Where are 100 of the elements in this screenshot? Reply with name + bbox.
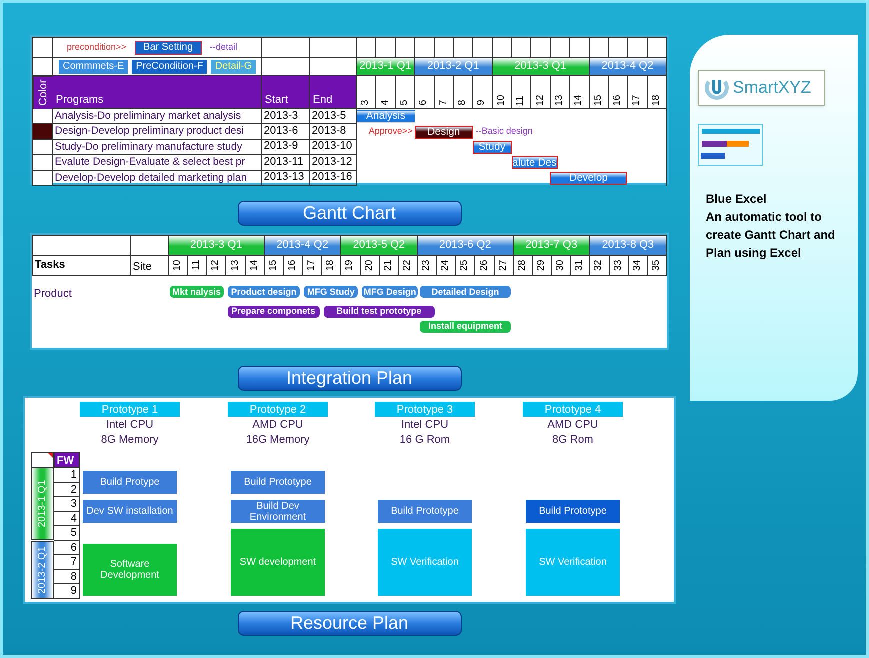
week-number: 18 <box>326 260 336 272</box>
quarter-header: 2013-1 Q1 <box>357 58 416 76</box>
week-number: 20 <box>364 260 375 272</box>
bar-note: --Basic design <box>474 125 534 138</box>
week-number: 9 <box>477 100 488 106</box>
task-block[interactable]: SW Verification <box>378 529 472 596</box>
task-bar[interactable]: Prepare componets <box>228 306 320 318</box>
cpu-label: Intel CPU <box>400 418 450 432</box>
week-number: 19 <box>345 260 356 272</box>
memory-label: 8G Memory <box>100 433 160 447</box>
week-number: 16 <box>288 260 298 272</box>
task-bar[interactable]: MFG Design <box>362 286 418 298</box>
task-block[interactable]: Software Development <box>83 544 177 596</box>
column-header: End <box>310 76 357 109</box>
week-number: 31 <box>575 260 586 272</box>
fw-number: 8 <box>54 570 80 584</box>
week-number: 12 <box>536 94 546 106</box>
task-bar[interactable]: Product design <box>228 286 300 298</box>
gantt-bar[interactable]: Analysis <box>357 110 415 124</box>
week-number: 15 <box>268 260 279 272</box>
fw-number: 1 <box>54 468 80 482</box>
group-label: Product <box>33 287 73 302</box>
week-number: 10 <box>173 260 184 272</box>
memory-label: 16G Memory <box>245 433 311 447</box>
quarter-header: 2013-2 Q1 <box>415 58 493 76</box>
task-block[interactable]: SW development <box>231 529 325 596</box>
quarter-header: 2013-4 Q2 <box>264 236 342 256</box>
week-number: 11 <box>192 260 202 271</box>
bar-setting-button[interactable]: Bar Setting <box>134 40 202 54</box>
start-date: 2013-6 <box>264 126 298 138</box>
precondition-label: precondition>> <box>67 40 127 54</box>
memory-label: 16 G Rom <box>398 433 452 447</box>
task-block[interactable]: Dev SW installation <box>83 500 177 523</box>
end-date: 2013-8 <box>312 126 346 138</box>
fw-number: 7 <box>54 555 80 570</box>
week-number: 21 <box>384 260 394 272</box>
week-number: 26 <box>480 260 490 272</box>
start-date: 2013-9 <box>264 141 298 152</box>
week-number: 4 <box>380 100 391 106</box>
task-block[interactable]: Build Protype <box>83 471 177 494</box>
week-number: 5 <box>400 100 410 106</box>
week-number: 3 <box>361 100 372 106</box>
task-bar[interactable]: Install equipment <box>420 320 512 332</box>
end-date: 2013-10 <box>312 141 352 152</box>
week-number: 17 <box>307 260 318 272</box>
cpu-label: AMD CPU <box>546 418 600 432</box>
quarter-header: 2013-4 Q2 <box>590 58 667 76</box>
logo-text: SmartXYZ <box>733 77 812 100</box>
week-number: 23 <box>422 260 432 272</box>
program-name: Evalute Design-Evaluate & select best pr <box>55 157 246 168</box>
approve-label: Approve>> <box>368 125 414 138</box>
start-date: 2013-13 <box>264 172 304 184</box>
end-date: 2013-12 <box>312 156 352 168</box>
gantt-bar[interactable]: alute Des <box>512 156 558 170</box>
fw-header: FW <box>54 452 80 468</box>
end-date: 2013-16 <box>312 172 352 184</box>
section-title: Resource Plan <box>238 611 462 636</box>
week-number: 18 <box>652 94 662 106</box>
week-number: 17 <box>632 94 642 106</box>
program-name: Analysis-Do preliminary market analysis <box>55 110 242 122</box>
task-block[interactable]: Build Prototype <box>526 500 620 523</box>
product-title: Blue Excel <box>706 191 768 208</box>
task-bar[interactable]: Build test prototype <box>324 306 435 318</box>
task-block[interactable]: SW Verification <box>526 529 620 596</box>
gantt-bar[interactable]: Design <box>414 126 473 139</box>
quarter-header: 2013-5 Q2 <box>341 236 418 256</box>
task-block[interactable]: Build Prototype <box>378 500 472 523</box>
week-number: 13 <box>554 94 565 106</box>
fw-number: 3 <box>54 497 80 512</box>
week-number: 22 <box>402 260 413 272</box>
prototype-header: Prototype 3 <box>375 402 475 417</box>
week-number: 14 <box>250 260 260 272</box>
week-number: 6 <box>419 100 430 106</box>
fw-number: 6 <box>54 540 80 555</box>
program-name: Study-Do preliminary manufacture study <box>55 142 242 152</box>
toolbar-button[interactable]: Commmets-E <box>59 60 128 74</box>
week-number: 28 <box>518 260 528 272</box>
week-number: 11 <box>516 96 526 106</box>
section-title: Integration Plan <box>238 366 462 391</box>
toolbar-button[interactable]: Detail-G <box>211 60 256 74</box>
gantt-bar[interactable]: Develop <box>550 172 628 185</box>
column-header: Color <box>33 76 53 109</box>
task-bar[interactable]: Mkt nalysis <box>170 286 224 298</box>
fw-number: 5 <box>54 526 80 540</box>
task-block[interactable]: Build Dev Environment <box>231 500 325 523</box>
column-header: Site <box>133 260 152 274</box>
week-number: 29 <box>536 260 547 272</box>
week-number: 30 <box>556 260 566 272</box>
task-bar[interactable]: Detailed Design <box>420 286 512 298</box>
task-bar[interactable]: MFG Study <box>304 286 358 298</box>
week-number: 10 <box>496 94 507 106</box>
week-number: 8 <box>458 100 468 106</box>
task-block[interactable]: Build Prototype <box>231 471 325 494</box>
gantt-bar[interactable]: Study <box>472 140 512 154</box>
comment-marker-icon <box>48 453 53 458</box>
start-date: 2013-11 <box>264 156 304 168</box>
quarter-header: 2013-6 Q2 <box>418 236 514 256</box>
toolbar-button[interactable]: PreCondition-F <box>132 60 208 74</box>
cpu-label: AMD CPU <box>252 418 304 432</box>
week-number: 7 <box>438 100 449 106</box>
